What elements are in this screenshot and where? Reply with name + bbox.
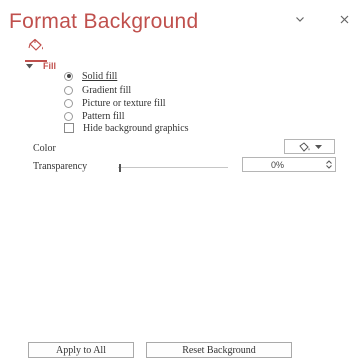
transparency-spinbox[interactable]: 0% [242,157,336,172]
pattern-fill-option[interactable]: Pattern fill [64,110,125,122]
solid-fill-radio[interactable] [64,71,73,81]
transparency-slider[interactable] [118,164,228,172]
pane-options-button[interactable] [294,13,306,25]
solid-fill-label: Solid fill [82,70,118,82]
color-label: Color [33,143,56,154]
slider-thumb[interactable] [119,164,121,172]
chevron-down-icon [296,16,304,22]
gradient-fill-radio[interactable] [64,85,73,95]
close-pane-button[interactable] [338,13,350,25]
spin-up-down-icon [326,160,332,169]
fill-section-label: Fill [43,61,56,71]
color-picker-button[interactable] [284,139,335,154]
slider-track [118,167,228,168]
pane-title: Format Background [9,10,199,33]
close-icon [340,15,348,23]
pattern-fill-radio[interactable] [64,111,73,121]
hide-background-graphics-label: Hide background graphics [83,122,189,134]
paint-bucket-icon [28,38,43,51]
transparency-value[interactable]: 0% [243,160,323,170]
hide-background-graphics-option[interactable]: Hide background graphics [64,122,189,134]
hide-background-graphics-checkbox[interactable] [64,123,74,133]
transparency-label: Transparency [33,161,88,172]
tab-fill[interactable] [25,38,47,62]
gradient-fill-option[interactable]: Gradient fill [64,84,131,96]
paint-bucket-icon [298,141,309,152]
chevron-down-icon [314,144,322,149]
pattern-fill-label: Pattern fill [82,110,125,122]
picture-texture-fill-option[interactable]: Picture or texture fill [64,97,166,109]
spin-arrows[interactable] [323,158,335,171]
fill-section-header[interactable]: Fill [26,60,56,72]
gradient-fill-label: Gradient fill [82,84,132,96]
format-background-pane: Format Background Fill Solid fill Gradie… [0,0,362,358]
picture-texture-fill-label: Picture or texture fill [82,97,166,109]
caret-down-icon [26,62,34,70]
solid-fill-option[interactable]: Solid fill [64,70,117,82]
picture-texture-fill-radio[interactable] [64,98,73,108]
